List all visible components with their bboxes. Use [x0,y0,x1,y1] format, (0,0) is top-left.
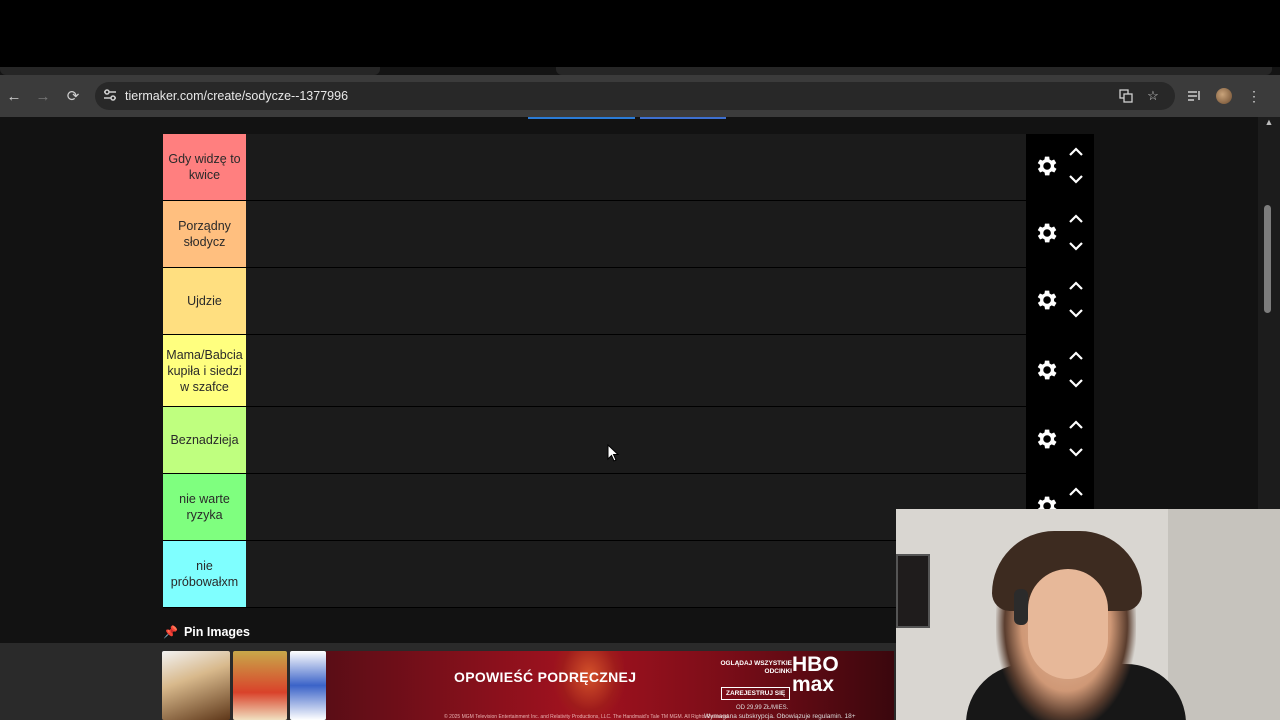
browser-toolbar: ← → ⟳ tiermaker.com/create/sodycze--1377… [0,75,1280,117]
tier-settings-gear-icon[interactable] [1032,153,1060,181]
hbo-max-logo: HBO max [792,653,839,696]
tier-label[interactable]: Porządny słodycz [163,201,246,267]
pin-images-toggle[interactable]: 📌 Pin Images [163,622,250,642]
ad-fine-print: Wymagana subskrypcja. Obowiązuje regulam… [704,713,856,720]
ad-product-chips[interactable] [233,651,287,720]
tier-drop-zone[interactable] [246,268,1026,334]
forward-icon[interactable]: → [30,75,56,117]
tier-drop-zone[interactable] [246,335,1026,406]
mouse-cursor-icon [607,444,619,462]
tier-row: Ujdzie [163,268,1094,335]
tier-controls [1026,407,1094,473]
tier-row: Gdy widzę to kwice [163,134,1094,201]
tier-label[interactable]: nie próbowałxm [163,541,246,607]
site-settings-icon[interactable] [95,88,125,104]
tier-move-down-icon[interactable] [1066,237,1086,255]
webcam-overlay [896,509,1280,720]
tier-move-up-icon[interactable] [1066,210,1086,228]
webcam-picture-frame [896,554,930,628]
tier-move-down-icon[interactable] [1066,374,1086,392]
tier-move-up-icon[interactable] [1066,416,1086,434]
tier-move-down-icon[interactable] [1066,170,1086,188]
webcam-background-door [1168,509,1280,720]
tier-label[interactable]: Beznadzieja [163,407,246,473]
tier-label[interactable]: nie warte ryzyka [163,474,246,540]
tier-drop-zone[interactable] [246,134,1026,200]
webcam-face [1028,569,1108,679]
tier-move-up-icon[interactable] [1066,143,1086,161]
tier-controls [1026,134,1094,200]
pin-images-label: Pin Images [183,625,250,639]
button-edge-blue[interactable] [528,117,635,119]
ad-price: OD 29,99 ZŁ/MIES. [736,705,789,711]
tier-controls [1026,335,1094,406]
ad-product-kinder[interactable] [290,651,326,720]
tier-move-up-icon[interactable] [1066,347,1086,365]
tier-row: Porządny słodycz [163,201,1094,268]
tier-label[interactable]: Mama/Babcia kupiła i siedzi w szafce [163,335,246,406]
scroll-thumb[interactable] [1264,205,1271,313]
tier-settings-gear-icon[interactable] [1032,287,1060,315]
tier-controls [1026,268,1094,334]
ad-tagline: OGLĄDAJ WSZYSTKIE ODCINKI [720,660,792,675]
webcam-headset [1014,589,1028,625]
tier-settings-gear-icon[interactable] [1032,426,1060,454]
ad-cta-button[interactable]: ZAREJESTRUJ SIĘ [721,687,791,700]
tier-move-down-icon[interactable] [1066,304,1086,322]
address-bar[interactable]: tiermaker.com/create/sodycze--1377996 ☆ [95,82,1175,110]
scroll-up-arrow-icon[interactable]: ▲ [1263,117,1275,129]
tier-label[interactable]: Ujdzie [163,268,246,334]
profile-avatar[interactable] [1212,75,1236,117]
url-text[interactable]: tiermaker.com/create/sodycze--1377996 [125,89,348,103]
reload-icon[interactable]: ⟳ [60,75,86,117]
tab-strip [0,67,1280,75]
tier-row: Beznadzieja [163,407,1094,474]
tab-active[interactable] [556,67,1272,75]
pin-icon: 📌 [163,625,178,639]
tier-drop-zone[interactable] [246,407,1026,473]
tier-label[interactable]: Gdy widzę to kwice [163,134,246,200]
back-icon[interactable]: ← [1,75,27,117]
media-control-icon[interactable] [1182,75,1206,117]
tier-row: Mama/Babcia kupiła i siedzi w szafce [163,335,1094,407]
tier-drop-zone[interactable] [246,201,1026,267]
bookmark-star-icon[interactable]: ☆ [1142,82,1164,110]
ad-banner-hbo[interactable]: OPOWIEŚĆ PODRĘCZNEJ OGLĄDAJ WSZYSTKIE OD… [326,651,894,720]
screen-top-black-area [0,0,1280,67]
ad-legal-text: © 2025 MGM Television Entertainment Inc.… [444,714,730,720]
tier-move-up-icon[interactable] [1066,483,1086,501]
tier-move-down-icon[interactable] [1066,443,1086,461]
tier-settings-gear-icon[interactable] [1032,357,1060,385]
more-menu-icon[interactable]: ⋮ [1242,75,1266,117]
tier-settings-gear-icon[interactable] [1032,220,1060,248]
ad-product-jezyki[interactable] [162,651,230,720]
tier-move-up-icon[interactable] [1066,277,1086,295]
button-edge-blue-2[interactable] [640,117,726,119]
ad-figure-image [554,651,624,720]
translate-icon[interactable] [1115,82,1137,110]
ad-headline: OPOWIEŚĆ PODRĘCZNEJ [454,669,637,685]
tier-controls [1026,201,1094,267]
tab-inactive[interactable] [0,67,380,75]
